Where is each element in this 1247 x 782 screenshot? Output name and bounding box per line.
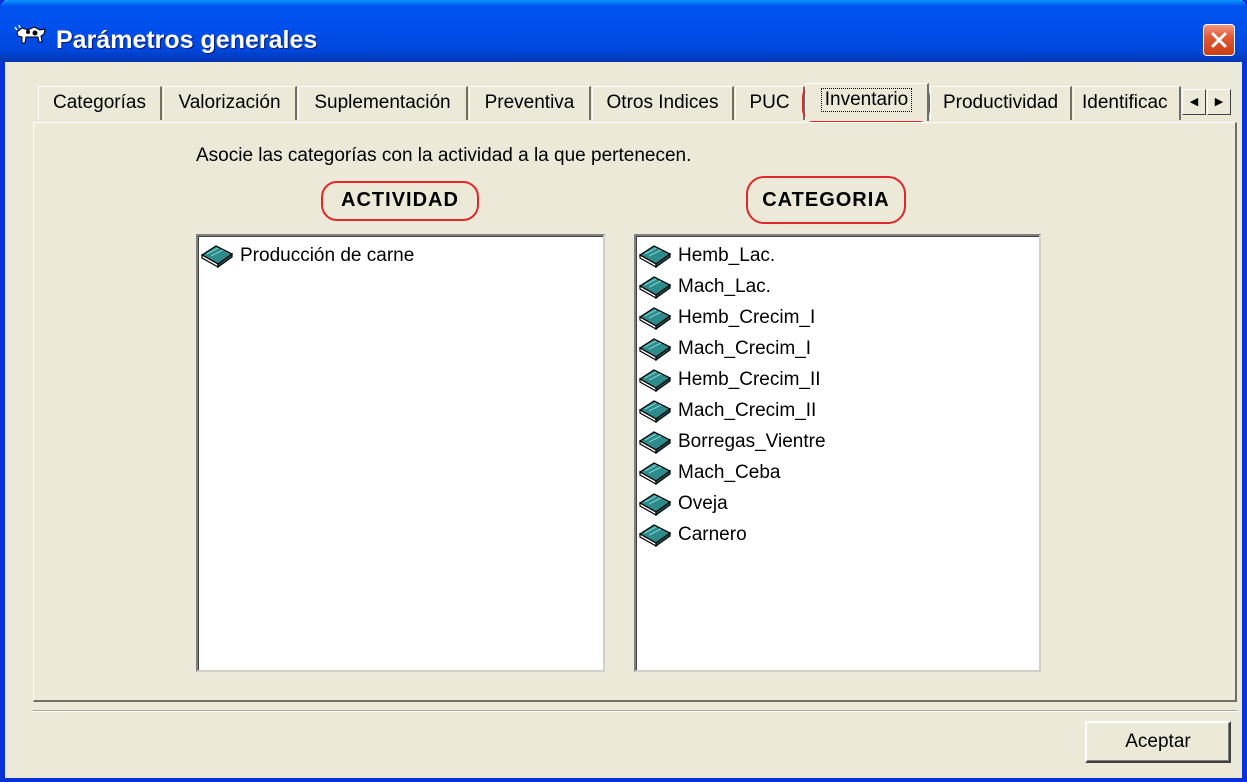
tab-identificacion[interactable]: Identificac — [1073, 86, 1181, 120]
list-item-label: Carnero — [678, 524, 747, 545]
book-icon — [638, 338, 672, 362]
list-item-label: Hemb_Crecim_II — [678, 369, 821, 390]
list-item-label: Mach_Ceba — [678, 462, 781, 483]
tab-puc[interactable]: PUC — [735, 86, 805, 120]
footer-divider — [33, 710, 1237, 712]
list-item-label: Mach_Lac. — [678, 276, 771, 297]
close-button[interactable] — [1203, 24, 1235, 56]
dialog-window: Parámetros generales Categorías Valoriza… — [0, 0, 1247, 782]
book-icon — [200, 245, 234, 269]
actividad-listbox[interactable]: Producción de carne — [196, 234, 605, 672]
list-item-label: Mach_Crecim_I — [678, 338, 812, 359]
tab-otros-indices[interactable]: Otros Indices — [592, 86, 734, 120]
book-icon — [638, 462, 672, 486]
cow-icon — [14, 24, 46, 44]
accept-button[interactable]: Aceptar — [1085, 721, 1231, 763]
book-icon — [638, 493, 672, 517]
tab-productividad[interactable]: Productividad — [930, 86, 1072, 120]
window-title: Parámetros generales — [56, 26, 318, 54]
close-icon — [1211, 32, 1227, 48]
tab-label: Productividad — [942, 92, 1059, 113]
tab-label: PUC — [749, 92, 790, 113]
tab-label: Identificac — [1082, 92, 1168, 113]
book-icon — [638, 400, 672, 424]
book-icon — [638, 307, 672, 331]
tab-preventiva[interactable]: Preventiva — [469, 86, 591, 120]
book-icon — [638, 276, 672, 300]
tab-label: Suplementación — [314, 92, 451, 113]
list-item-label: Hemb_Lac. — [678, 245, 776, 266]
tab-inventario[interactable]: Inventario — [805, 83, 929, 121]
book-icon — [638, 524, 672, 548]
list-item-label: Borregas_Vientre — [678, 431, 826, 452]
list-item-label: Mach_Crecim_II — [678, 400, 817, 421]
categoria-header: CATEGORIA — [746, 176, 906, 224]
list-item-label: Hemb_Crecim_I — [678, 307, 816, 328]
tab-scroll-right-button[interactable]: ▶ — [1207, 89, 1231, 115]
tab-label: Valorización — [178, 92, 281, 113]
tab-suplementacion[interactable]: Suplementación — [298, 86, 468, 120]
tab-scroll-left-button[interactable]: ◀ — [1182, 89, 1206, 115]
book-icon — [638, 245, 672, 269]
arrow-left-icon: ◀ — [1189, 96, 1199, 108]
list-item-label: Producción de carne — [240, 245, 415, 266]
book-icon — [638, 431, 672, 455]
categoria-listbox[interactable]: Hemb_Lac. Mach_Lac. Hemb_Crecim_I Mach_C… — [634, 234, 1041, 672]
tab-label: Otros Indices — [606, 92, 719, 113]
book-icon — [638, 369, 672, 393]
title-bar[interactable]: Parámetros generales — [0, 0, 1247, 62]
tab-categorias[interactable]: Categorías — [38, 86, 162, 120]
actividad-header: ACTIVIDAD — [321, 181, 479, 221]
tab-label: Preventiva — [484, 92, 575, 113]
tab-valorizacion[interactable]: Valorización — [163, 86, 297, 120]
arrow-right-icon: ▶ — [1214, 96, 1224, 108]
instruction-text: Asocie las categorías con la actividad a… — [196, 145, 692, 166]
tab-label: Categorías — [53, 92, 146, 113]
tab-label: Inventario — [820, 88, 913, 112]
list-item-label: Oveja — [678, 493, 728, 514]
